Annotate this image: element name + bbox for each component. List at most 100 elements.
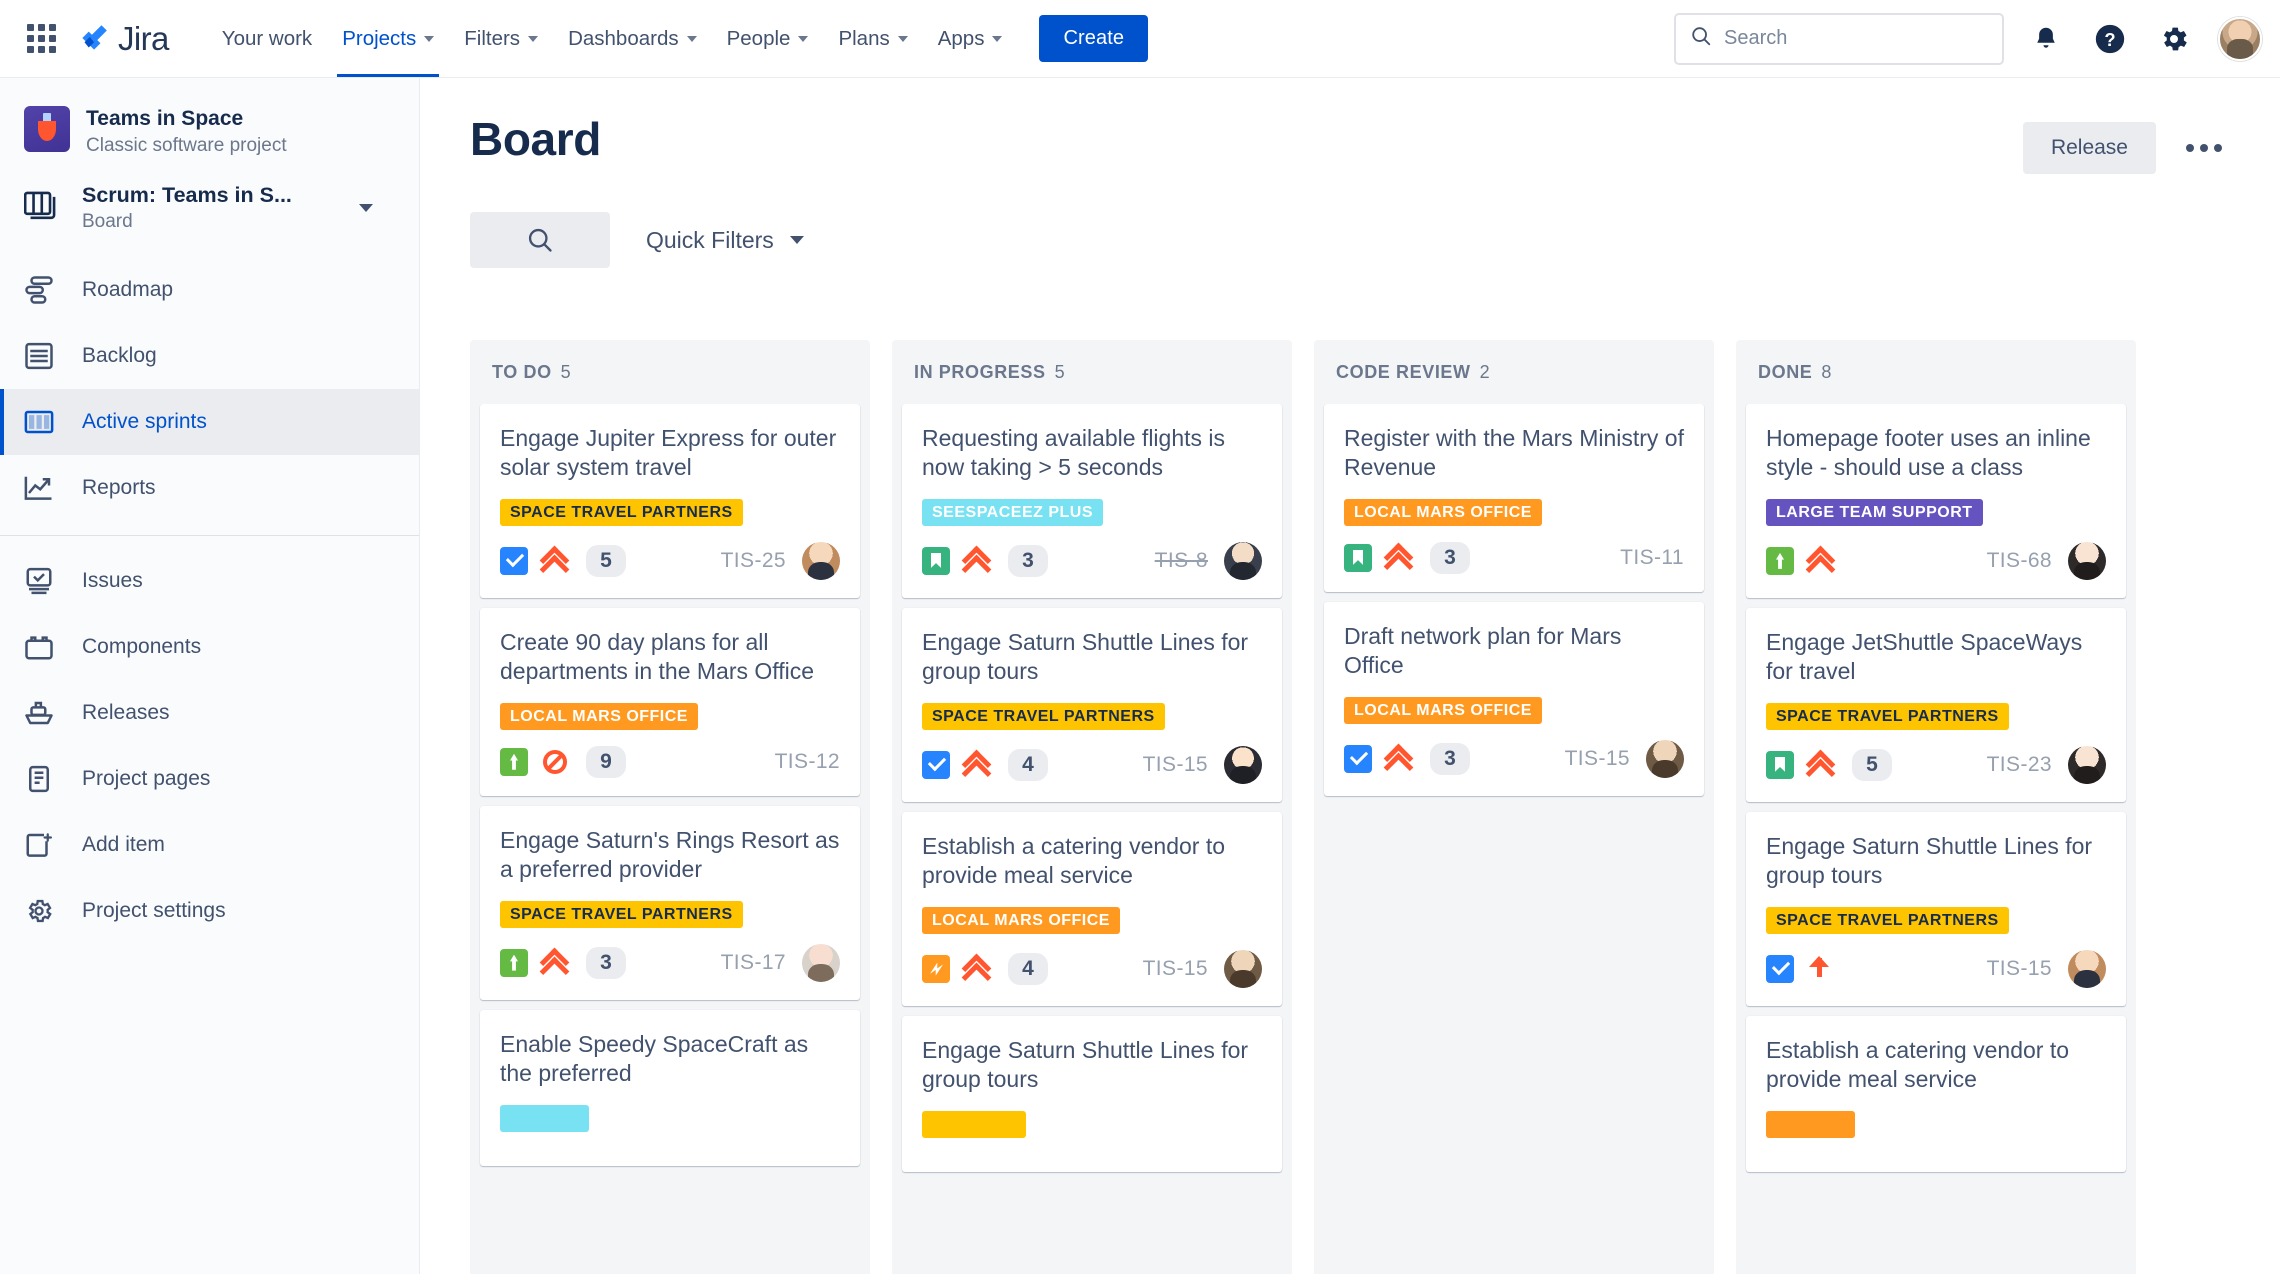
nav-item-apps[interactable]: Apps <box>923 0 1018 77</box>
issue-meta: 9 TIS-12 <box>500 745 840 778</box>
issue-key[interactable]: TIS-15 <box>1987 957 2052 981</box>
nav-item-people[interactable]: People <box>712 0 824 77</box>
issue-type-task-icon <box>922 750 950 779</box>
sidebar-item-label: Roadmap <box>82 278 174 302</box>
board-switcher[interactable]: Scrum: Teams in S... Board <box>0 157 419 255</box>
column-cards: Register with the Mars Ministry of Reven… <box>1314 404 1714 1274</box>
app-switcher-icon[interactable] <box>18 16 64 62</box>
release-button[interactable]: Release <box>2022 122 2156 174</box>
sidebar-item-backlog[interactable]: Backlog <box>0 323 419 389</box>
assignee-avatar[interactable] <box>2068 541 2106 580</box>
priority-high-icon <box>964 751 990 779</box>
chevron-down-icon <box>897 35 908 42</box>
issue-labels: SPACE TRAVEL PARTNERS <box>1766 702 2106 730</box>
issue-title: Engage Saturn Shuttle Lines for group to… <box>922 628 1249 685</box>
board-column-code-review: CODE REVIEW 2 Register with the Mars Min… <box>1314 340 1714 1274</box>
create-button[interactable]: Create <box>1039 15 1149 62</box>
issue-card[interactable]: Establish a catering vendor to provide m… <box>902 811 1282 1006</box>
nav-item-plans[interactable]: Plans <box>823 0 922 77</box>
chevron-down-icon <box>424 35 435 42</box>
board-search-input[interactable] <box>470 212 610 268</box>
project-header[interactable]: Teams in Space Classic software project <box>0 78 419 157</box>
settings-icon[interactable] <box>2152 17 2196 61</box>
issue-card[interactable]: Engage JetShuttle SpaceWays for travel S… <box>1746 607 2126 802</box>
nav-label: Dashboards <box>568 26 679 50</box>
quick-filters-dropdown[interactable]: Quick Filters <box>646 227 804 254</box>
issue-card[interactable]: Create 90 day plans for all departments … <box>480 607 860 796</box>
notifications-icon[interactable] <box>2024 17 2068 61</box>
nav-item-dashboards[interactable]: Dashboards <box>553 0 712 77</box>
issue-label-badge: SPACE TRAVEL PARTNERS <box>1766 702 2009 730</box>
story-points: 5 <box>586 544 626 577</box>
assignee-avatar[interactable] <box>1224 745 1262 784</box>
assignee-avatar[interactable] <box>1224 541 1262 580</box>
issue-card[interactable]: Engage Saturn's Rings Resort as a prefer… <box>480 805 860 1000</box>
sidebar-item-components[interactable]: Components <box>0 614 419 680</box>
issue-key[interactable]: TIS-8 <box>1155 549 1208 573</box>
issue-key[interactable]: TIS-68 <box>1987 549 2052 573</box>
global-search-input[interactable]: Search <box>1674 12 2004 65</box>
issue-card[interactable]: Engage Saturn Shuttle Lines for group to… <box>902 1015 1282 1172</box>
help-icon[interactable]: ? <box>2088 17 2132 61</box>
more-actions-icon[interactable] <box>2176 125 2232 171</box>
issue-label-badge: LOCAL MARS OFFICE <box>1344 696 1542 724</box>
issue-card[interactable]: Engage Jupiter Express for outer solar s… <box>480 404 860 598</box>
story-points: 3 <box>1430 742 1470 775</box>
nav-item-your-work[interactable]: Your work <box>207 0 327 77</box>
issue-key[interactable]: TIS-11 <box>1620 546 1684 570</box>
issue-title: Create 90 day plans for all departments … <box>500 628 815 685</box>
sidebar-item-roadmap[interactable]: Roadmap <box>0 257 419 323</box>
issue-card[interactable]: Requesting available flights is now taki… <box>902 404 1282 598</box>
chevron-down-icon <box>686 35 697 42</box>
issue-card[interactable]: Draft network plan for Mars Office LOCAL… <box>1324 601 1704 796</box>
column-cards: Engage Jupiter Express for outer solar s… <box>470 404 870 1274</box>
sidebar-item-label: Backlog <box>82 344 157 368</box>
issue-key[interactable]: TIS-15 <box>1143 753 1208 777</box>
issue-key[interactable]: TIS-23 <box>1987 753 2052 777</box>
issue-key[interactable]: TIS-25 <box>721 549 786 573</box>
search-icon <box>528 228 552 252</box>
story-points: 5 <box>1852 748 1892 781</box>
sidebar-item-issues[interactable]: Issues <box>0 548 419 614</box>
story-points: 4 <box>1008 748 1048 781</box>
nav-item-projects[interactable]: Projects <box>327 0 449 77</box>
sidebar-item-project-pages[interactable]: Project pages <box>0 746 419 812</box>
board-toolbar: Quick Filters <box>420 174 2280 268</box>
nav-label: Your work <box>221 26 313 50</box>
jira-home-link[interactable]: Jira <box>76 20 169 58</box>
issue-key[interactable]: TIS-17 <box>721 951 786 975</box>
issue-card[interactable]: Enable Speedy SpaceCraft as the preferre… <box>480 1009 860 1166</box>
issue-key[interactable]: TIS-12 <box>775 750 840 774</box>
assignee-avatar[interactable] <box>2068 949 2106 988</box>
assignee-avatar[interactable] <box>1224 949 1262 988</box>
issue-card[interactable]: Engage Saturn Shuttle Lines for group to… <box>1746 811 2126 1006</box>
issue-labels: SPACE TRAVEL PARTNERS <box>500 498 840 526</box>
board-columns: TO DO 5 Engage Jupiter Express for outer… <box>470 340 2280 1274</box>
profile-avatar[interactable] <box>2218 16 2262 61</box>
nav-item-filters[interactable]: Filters <box>449 0 553 77</box>
primary-nav-items: Your work Projects Filters Dashboards Pe… <box>207 0 1149 77</box>
sidebar-item-project-settings[interactable]: Project settings <box>0 878 419 944</box>
sidebar-nav-primary: Roadmap Backlog Active sprints Reports <box>0 255 419 521</box>
sidebar-item-active-sprints[interactable]: Active sprints <box>0 389 419 456</box>
sidebar-item-label: Reports <box>82 476 156 500</box>
chevron-down-icon <box>359 204 373 213</box>
page-title: Board <box>470 113 601 165</box>
issue-card[interactable]: Establish a catering vendor to provide m… <box>1746 1015 2126 1172</box>
assignee-avatar[interactable] <box>802 541 840 580</box>
sidebar-item-reports[interactable]: Reports <box>0 455 419 521</box>
sidebar-item-add-item[interactable]: Add item <box>0 812 419 878</box>
sidebar-item-label: Active sprints <box>82 410 207 434</box>
sidebar-item-label: Project settings <box>82 899 226 923</box>
issue-label-badge: SEESPACEEZ PLUS <box>922 498 1104 526</box>
assignee-avatar[interactable] <box>1646 739 1684 778</box>
assignee-avatar[interactable] <box>802 943 840 982</box>
issue-key[interactable]: TIS-15 <box>1565 747 1630 771</box>
issue-card[interactable]: Homepage footer uses an inline style - s… <box>1746 404 2126 598</box>
sidebar-item-releases[interactable]: Releases <box>0 680 419 746</box>
issue-key[interactable]: TIS-15 <box>1143 957 1208 981</box>
assignee-avatar[interactable] <box>2068 745 2106 784</box>
issue-card[interactable]: Engage Saturn Shuttle Lines for group to… <box>902 607 1282 802</box>
issue-card[interactable]: Register with the Mars Ministry of Reven… <box>1324 404 1704 592</box>
issue-title: Draft network plan for Mars Office <box>1344 622 1622 679</box>
